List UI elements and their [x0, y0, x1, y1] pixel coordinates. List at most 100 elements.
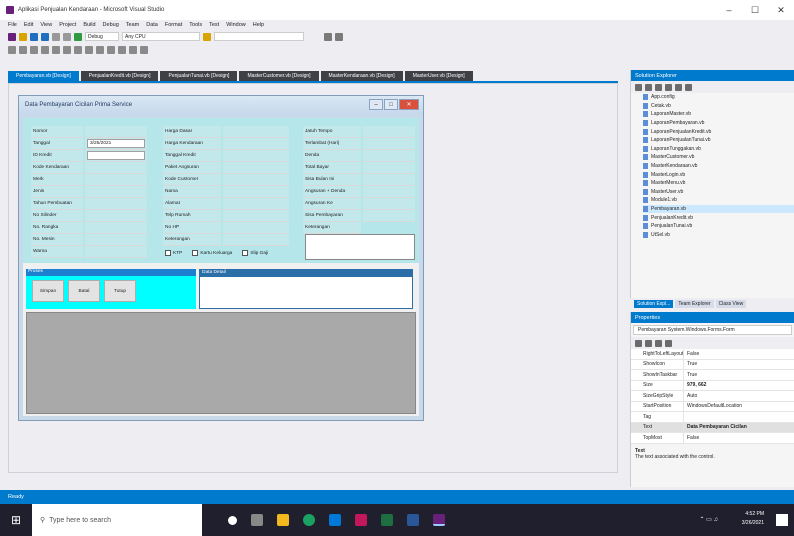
checkbox-ktp[interactable]: KTP — [165, 250, 182, 256]
find-dropdown[interactable] — [214, 32, 304, 41]
properties-object-selector[interactable]: Pembayaran System.Windows.Forms.Form — [633, 325, 792, 335]
menu-team[interactable]: Team — [126, 22, 139, 28]
excel-icon[interactable] — [381, 514, 393, 526]
notification-icon[interactable] — [776, 514, 788, 526]
back-icon[interactable] — [635, 83, 642, 91]
events-icon[interactable] — [665, 339, 672, 347]
store-icon[interactable] — [329, 514, 341, 526]
input-kode-kendaraan-cell[interactable] — [85, 162, 147, 174]
menu-file[interactable]: File — [8, 22, 17, 28]
format-icon[interactable] — [335, 32, 343, 41]
input-harga-kendaraan-cell[interactable] — [223, 138, 289, 150]
tree-item[interactable]: MasterKendaraan.vb — [643, 162, 794, 171]
property-value[interactable]: 979, 662 — [683, 380, 794, 390]
input-nama-cell[interactable] — [223, 186, 289, 198]
menu-test[interactable]: Test — [209, 22, 219, 28]
save-all-icon[interactable] — [41, 32, 49, 41]
property-value[interactable]: True — [683, 370, 794, 380]
menu-data[interactable]: Data — [146, 22, 158, 28]
tab-penjualankredit-design[interactable]: PenjualanKredit.vb [Design] — [80, 71, 159, 81]
close-button[interactable]: ✕ — [768, 0, 794, 20]
property-row[interactable]: SizeGripStyle Auto — [631, 391, 794, 402]
property-value[interactable]: WindowsDefaultLocation — [683, 401, 794, 411]
tab-masteruser-design[interactable]: MasterUser.vb [Design] — [404, 71, 473, 81]
visual-studio-taskbar-icon[interactable] — [433, 514, 445, 526]
input-terlambat-cell[interactable] — [363, 138, 415, 150]
menu-help[interactable]: Help — [253, 22, 264, 28]
system-tray-icons[interactable]: ⌃ ▭ ♫ — [699, 516, 718, 523]
menu-view[interactable]: View — [40, 22, 52, 28]
align-center-icon[interactable] — [19, 45, 27, 54]
new-project-icon[interactable] — [8, 32, 16, 41]
tree-item[interactable]: MasterCustomer.vb — [643, 153, 794, 162]
size-width-icon[interactable] — [74, 45, 82, 54]
alphabetical-icon[interactable] — [645, 339, 652, 347]
input-harga-dasar-cell[interactable] — [223, 126, 289, 138]
properties-icon[interactable] — [655, 339, 662, 347]
start-icon[interactable] — [74, 32, 82, 41]
property-row[interactable]: TopMost False — [631, 433, 794, 444]
tree-item[interactable]: MasterUser.vb — [643, 188, 794, 197]
collapse-icon[interactable] — [675, 83, 682, 91]
property-value[interactable]: Data Pembayaran Cicilan — [683, 422, 794, 432]
align-top-icon[interactable] — [41, 45, 49, 54]
tab-solution-explorer[interactable]: Solution Expl... — [634, 300, 674, 308]
layout-icon[interactable] — [324, 32, 332, 41]
property-row[interactable]: Tag — [631, 412, 794, 423]
menu-window[interactable]: Window — [226, 22, 246, 28]
property-row[interactable]: ShowInTaskbar True — [631, 370, 794, 381]
checkbox-kartu-keluarga[interactable]: Kartu Keluarga — [192, 250, 232, 256]
tree-item[interactable]: LaporanTunggakan.vb — [643, 145, 794, 154]
tree-item[interactable]: LaporanPenjualanKredit.vb — [643, 127, 794, 136]
menu-tools[interactable]: Tools — [189, 22, 202, 28]
tab-pembayaran-design[interactable]: Pembayaran.vb [Design] — [8, 71, 79, 81]
tree-item[interactable]: MasterMenu.vb — [643, 179, 794, 188]
property-value[interactable]: False — [683, 433, 794, 443]
categorized-icon[interactable] — [635, 339, 642, 347]
size-height-icon[interactable] — [85, 45, 93, 54]
property-value[interactable]: True — [683, 359, 794, 369]
explorer-icon[interactable] — [277, 514, 289, 526]
windows-start-icon[interactable]: ⊞ — [0, 504, 32, 536]
input-denda-cell[interactable] — [363, 150, 415, 162]
tree-item[interactable]: MasterLogin.vb — [643, 170, 794, 179]
bring-front-icon[interactable] — [129, 45, 137, 54]
input-jenis-cell[interactable] — [85, 186, 147, 198]
input-angsuran-ke-cell[interactable] — [363, 198, 415, 210]
input-alamat-cell[interactable] — [223, 198, 289, 210]
align-bottom-icon[interactable] — [63, 45, 71, 54]
paint-icon[interactable] — [355, 514, 367, 526]
designed-form[interactable]: Data Pembayaran Cicilan Prima Service – … — [18, 95, 424, 421]
tree-item[interactable]: Module1.vb — [643, 196, 794, 205]
property-value[interactable]: False — [683, 349, 794, 359]
property-row[interactable]: RightToLeftLayout False — [631, 349, 794, 360]
chrome-icon[interactable] — [303, 514, 315, 526]
align-right-icon[interactable] — [30, 45, 38, 54]
tree-item[interactable]: LaporanPenjualanTunai.vb — [643, 136, 794, 145]
show-all-icon[interactable] — [685, 83, 692, 91]
input-nomor-cell[interactable] — [85, 126, 147, 138]
open-file-icon[interactable] — [19, 32, 27, 41]
center-h-icon[interactable] — [107, 45, 115, 54]
input-merk-cell[interactable] — [85, 174, 147, 186]
undo-icon[interactable] — [52, 32, 60, 41]
keterangan-textarea[interactable] — [305, 234, 415, 260]
tree-item-selected[interactable]: Pembayaran.vb — [643, 204, 794, 214]
checkbox-slip-gaji[interactable]: Slip Gaji — [242, 250, 268, 256]
input-hp-cell[interactable] — [223, 222, 289, 234]
property-value[interactable]: Auto — [683, 391, 794, 401]
menu-debug[interactable]: Debug — [103, 22, 119, 28]
batal-button[interactable]: Batal — [68, 280, 100, 302]
forward-icon[interactable] — [645, 83, 652, 91]
send-back-icon[interactable] — [140, 45, 148, 54]
id-kredit-combo[interactable] — [87, 151, 145, 160]
input-silinder-cell[interactable] — [85, 210, 147, 222]
tab-penjualantunai-design[interactable]: PenjualanTunai.vb [Design] — [160, 71, 238, 81]
refresh-icon[interactable] — [665, 83, 672, 91]
tree-item[interactable]: LaporanPembayaran.vb — [643, 119, 794, 128]
platform-dropdown[interactable]: Any CPU — [122, 32, 200, 41]
input-tanggal-kredit-cell[interactable] — [223, 150, 289, 162]
input-mesin-cell[interactable] — [85, 234, 147, 246]
property-value[interactable] — [683, 412, 794, 422]
spacing-icon[interactable] — [96, 45, 104, 54]
